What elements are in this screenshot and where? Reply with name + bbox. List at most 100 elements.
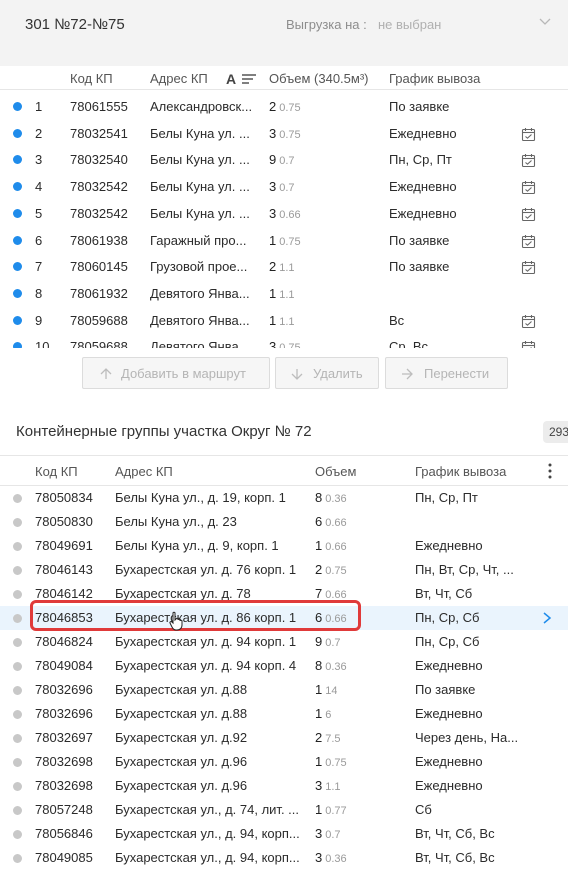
route-row[interactable]: 8 78061932 Девятого Янва... 1 1.1	[0, 280, 568, 307]
table-row[interactable]: 78046143 Бухарестская ул. д. 76 корп. 1 20…	[0, 558, 568, 582]
container-volume: 0.75	[279, 342, 300, 348]
kp-code: 78032698	[35, 778, 93, 793]
kp-address: Белы Куна ул. ...	[150, 205, 250, 221]
container-count: 2	[315, 730, 323, 745]
calendar-icon[interactable]	[521, 340, 536, 348]
kp-address: Девятого Янва...	[150, 285, 250, 301]
status-dot	[13, 288, 22, 298]
export-select[interactable]: не выбран	[378, 17, 441, 32]
calendar-icon[interactable]	[521, 234, 536, 249]
kp-code: 78032697	[35, 730, 93, 745]
calendar-icon[interactable]	[521, 314, 536, 329]
kp-address: Белы Куна ул. ...	[150, 152, 250, 168]
container-count: 1	[315, 682, 323, 697]
more-options-icon[interactable]	[544, 462, 556, 480]
table-row[interactable]: 78050830 Белы Куна ул., д. 23 6 0.66	[0, 510, 568, 534]
status-dot	[13, 710, 22, 719]
chevron-down-icon[interactable]	[538, 14, 552, 28]
table-row[interactable]: 78056846 Бухарестская ул., д. 94, корп...…	[0, 822, 568, 846]
route-row[interactable]: 7 78060145 Грузовой прое... 2 1.1 По заявке	[0, 253, 568, 280]
table-row[interactable]: 78032696 Бухарестская ул. д.88 1 6 Ежедневно	[0, 702, 568, 726]
route-row[interactable]: 5 78032542 Белы Куна ул. ... 3 0.66 Ежедневно	[0, 200, 568, 227]
export-label: Выгрузка на :	[286, 17, 367, 32]
status-dot	[13, 782, 22, 791]
container-count: 1	[269, 232, 277, 248]
kp-address: Бухарестская ул. д. 78	[115, 586, 251, 601]
chevron-right-icon[interactable]	[540, 611, 554, 625]
add-to-route-button[interactable]: Добавить в маршрут	[82, 357, 270, 389]
table-row[interactable]: 78049085 Бухарестская ул., д. 94, корп...…	[0, 846, 568, 870]
table-row[interactable]: 78032698 Бухарестская ул. д.96 1 0.75 Ежедне…	[0, 750, 568, 774]
container-volume: 0.75	[279, 235, 301, 248]
table-row[interactable]: 78049084 Бухарестская ул. д. 94 корп. 4 80…	[0, 654, 568, 678]
table-row[interactable]: 78049691 Белы Куна ул., д. 9, корп. 1 1 0.6…	[0, 534, 568, 558]
calendar-icon[interactable]	[521, 153, 536, 168]
container-volume: 1.1	[279, 288, 295, 301]
row-number: 6	[35, 232, 43, 248]
column-address[interactable]: Адрес КП	[115, 464, 173, 479]
container-volume: 0.7	[279, 182, 295, 195]
route-row[interactable]: 2 78032541 Белы Куна ул. ... 3 0.75 Ежедневно	[0, 120, 568, 147]
route-row[interactable]: 1 78061555 Александровск... 2 0.75 По заявке	[0, 93, 568, 120]
kp-schedule: По заявке	[389, 232, 450, 248]
container-count: 3	[269, 125, 277, 141]
kp-schedule: Вт, Чт, Сб, Вс	[415, 826, 495, 841]
kp-volume: 7 0.66	[315, 586, 347, 601]
kp-address: Бухарестская ул., д. 94, корп...	[115, 826, 300, 841]
route-row[interactable]: 10 78059688 Девятого Янва... 30.75 Ср, Вс	[0, 333, 568, 348]
column-address[interactable]: Адрес КП	[150, 71, 208, 86]
container-volume: 0.75	[325, 565, 347, 577]
column-volume[interactable]: Объем	[315, 464, 356, 479]
calendar-icon[interactable]	[521, 127, 536, 142]
container-count: 1	[315, 754, 323, 769]
kp-code: 78046824	[35, 634, 93, 649]
kp-schedule: Ежедневно	[389, 179, 457, 195]
kp-schedule: Ср, Вс	[389, 339, 429, 348]
kp-code: 78032698	[35, 754, 93, 769]
kp-address: Бухарестская ул. д. 94 корп. 1	[115, 634, 297, 649]
table-row[interactable]: 78032697 Бухарестская ул. д.92 2 7.5 Через д…	[0, 726, 568, 750]
kp-code: 78032696	[35, 682, 93, 697]
table-row[interactable]: 78050834 Белы Куна ул., д. 19, корп. 1 8 0.…	[0, 486, 568, 510]
status-dot	[13, 208, 22, 218]
container-volume: 0.75	[325, 757, 347, 769]
calendar-icon[interactable]	[521, 207, 536, 222]
container-count: 3	[269, 205, 277, 221]
kp-code: 78046142	[35, 586, 93, 601]
kp-address: Белы Куна ул. ...	[150, 179, 250, 195]
column-volume[interactable]: Объем (340.5м³)	[269, 71, 369, 86]
route-row[interactable]: 6 78061938 Гаражный про... 1 0.75 По заявке	[0, 227, 568, 254]
route-row[interactable]: 3 78032540 Белы Куна ул. ... 9 0.7 Пн, Ср, Пт	[0, 146, 568, 173]
table-row[interactable]: 78046824 Бухарестская ул. д. 94 корп. 1 90…	[0, 630, 568, 654]
move-button[interactable]: Перенести	[385, 357, 508, 389]
calendar-icon[interactable]	[521, 180, 536, 195]
table-row[interactable]: 78032698 Бухарестская ул. д.96 3 1.1 Ежеднев…	[0, 774, 568, 798]
status-dot	[13, 662, 22, 671]
container-count: 3	[269, 339, 277, 348]
route-row[interactable]: 4 78032542 Белы Куна ул. ... 3 0.7 Ежедневно	[0, 173, 568, 200]
calendar-icon[interactable]	[521, 260, 536, 275]
kp-volume: 6 0.66	[315, 514, 347, 529]
table-row[interactable]: 78057248 Бухарестская ул., д. 74, лит. ..…	[0, 798, 568, 822]
kp-address: Девятого Янва...	[150, 312, 250, 328]
kp-volume: 3 0.36	[315, 850, 347, 865]
column-schedule[interactable]: График вывоза	[415, 464, 506, 479]
table-row[interactable]: 78032696 Бухарестская ул. д.88 1 14 По заявк…	[0, 678, 568, 702]
kp-address: Гаражный про...	[150, 232, 247, 248]
kp-address: Девятого Янва...	[150, 339, 250, 348]
column-schedule[interactable]: График вывоза	[389, 71, 480, 86]
kp-code: 78056846	[35, 826, 93, 841]
selection-highlight	[30, 600, 361, 631]
kp-schedule: Ежедневно	[415, 754, 483, 769]
kp-code: 78049084	[35, 658, 93, 673]
column-code[interactable]: Код КП	[35, 464, 78, 479]
sort-alpha-icon[interactable]: A	[226, 71, 260, 87]
kp-volume: 2 0.75	[269, 99, 301, 114]
route-row[interactable]: 9 78059688 Девятого Янва... 1 1.1 Вс	[0, 307, 568, 334]
column-code[interactable]: Код КП	[70, 71, 113, 86]
row-number: 4	[35, 179, 43, 195]
container-volume: 7.5	[325, 733, 341, 745]
row-number: 5	[35, 205, 43, 221]
container-count: 1	[315, 802, 323, 817]
delete-button[interactable]: Удалить	[275, 357, 379, 389]
